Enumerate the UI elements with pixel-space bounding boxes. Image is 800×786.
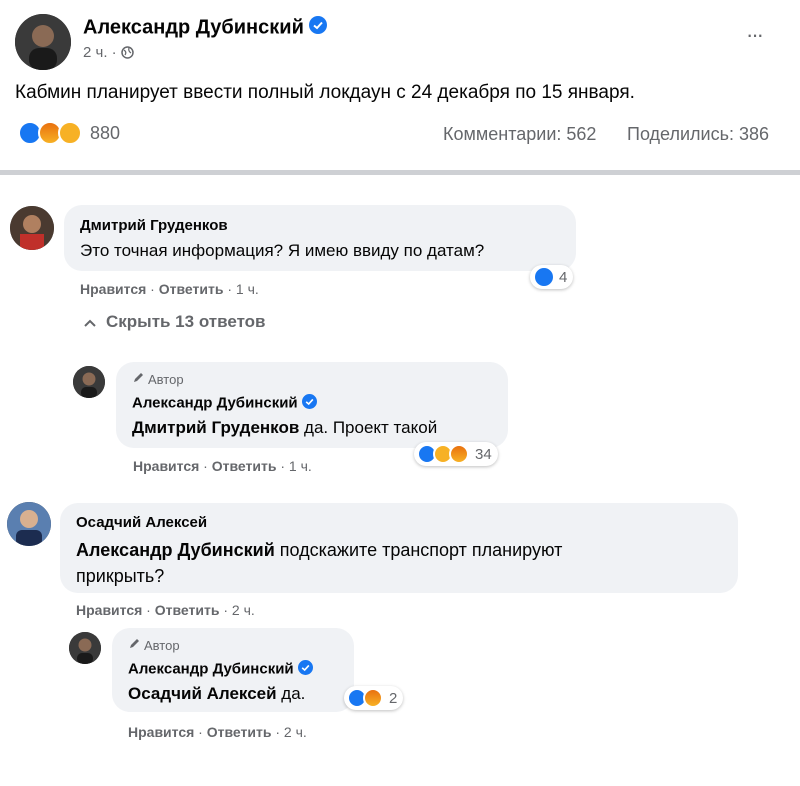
comment-actions: Нравится · Ответить · 1 ч.: [80, 281, 259, 297]
pencil-icon: [132, 372, 144, 387]
comment-actions: Нравится · Ответить · 2 ч.: [76, 602, 255, 618]
reply-time[interactable]: 2 ч.: [284, 724, 307, 740]
reply-bubble: Автор Александр Дубинский Дмитрий Груден…: [116, 362, 508, 448]
post-time[interactable]: 2 ч. ·: [83, 44, 134, 63]
comment-author[interactable]: Дмитрий Груденков: [80, 217, 228, 234]
like-reaction-icon: [533, 266, 555, 288]
post-more-button[interactable]: ···: [746, 22, 764, 48]
reply-author[interactable]: Александр Дубинский: [128, 660, 313, 679]
mention-link[interactable]: Александр Дубинский: [76, 540, 275, 560]
reply-author-avatar[interactable]: [73, 366, 105, 398]
post-reactions[interactable]: 880: [18, 121, 120, 145]
pencil-icon: [128, 638, 140, 653]
verified-badge-icon: [297, 660, 313, 679]
reply-button[interactable]: Ответить: [155, 602, 220, 618]
reply-reactions[interactable]: 2: [344, 686, 404, 710]
mention-link[interactable]: Осадчий Алексей: [128, 684, 277, 703]
reply-reactions[interactable]: 34: [414, 442, 498, 466]
comment-text: Александр Дубинский подскажите транспорт…: [76, 540, 563, 586]
post-comments-count[interactable]: Комментарии: 562: [443, 124, 596, 145]
commenter-avatar[interactable]: [10, 206, 54, 250]
angry-reaction-icon: [449, 444, 469, 464]
angry-reaction-icon: [363, 688, 383, 708]
comment-author[interactable]: Осадчий Алексей: [76, 514, 207, 531]
post-text: Кабмин планирует ввести полный локдаун с…: [15, 82, 635, 103]
comment-bubble: Осадчий Алексей Александр Дубинский подс…: [60, 503, 738, 593]
reply-author[interactable]: Александр Дубинский: [132, 394, 317, 413]
reply-button[interactable]: Ответить: [159, 281, 224, 297]
author-badge: Автор: [128, 638, 180, 653]
reply-author-avatar[interactable]: [69, 632, 101, 664]
divider: [0, 170, 800, 175]
verified-badge-icon: [301, 394, 317, 413]
like-button[interactable]: Нравится: [128, 724, 194, 740]
mention-link[interactable]: Дмитрий Груденков: [132, 418, 299, 437]
reply-text: Осадчий Алексей да.: [128, 684, 306, 703]
like-button[interactable]: Нравится: [80, 281, 146, 297]
reply-button[interactable]: Ответить: [212, 458, 277, 474]
comment-time[interactable]: 2 ч.: [232, 602, 255, 618]
comment-bubble: Дмитрий Груденков Это точная информация?…: [64, 205, 576, 271]
comment-time[interactable]: 1 ч.: [236, 281, 259, 297]
post-author-name[interactable]: Александр Дубинский: [83, 16, 328, 40]
comment-reactions[interactable]: 4: [530, 265, 574, 289]
reply-bubble: Автор Александр Дубинский Осадчий Алексе…: [112, 628, 354, 712]
like-button[interactable]: Нравится: [133, 458, 199, 474]
commenter-avatar[interactable]: [7, 502, 51, 546]
post-author-avatar[interactable]: [15, 14, 71, 70]
verified-badge-icon: [309, 16, 328, 40]
reply-time[interactable]: 1 ч.: [289, 458, 312, 474]
reply-button[interactable]: Ответить: [207, 724, 272, 740]
hide-replies-button[interactable]: Скрыть 13 ответов: [84, 312, 266, 332]
reply-text: Дмитрий Груденков да. Проект такой: [132, 418, 438, 437]
chevron-up-icon: [84, 312, 96, 332]
comment-text: Это точная информация? Я имею ввиду по д…: [80, 241, 485, 260]
author-badge: Автор: [132, 372, 184, 387]
globe-icon: [121, 46, 134, 63]
like-button[interactable]: Нравится: [76, 602, 142, 618]
post-shares-count[interactable]: Поделились: 386: [627, 124, 769, 145]
wow-reaction-icon: [58, 121, 82, 145]
reactions-count: 880: [90, 122, 121, 143]
reply-actions: Нравится · Ответить · 1 ч.: [133, 458, 312, 474]
reply-actions: Нравится · Ответить · 2 ч.: [128, 724, 307, 740]
